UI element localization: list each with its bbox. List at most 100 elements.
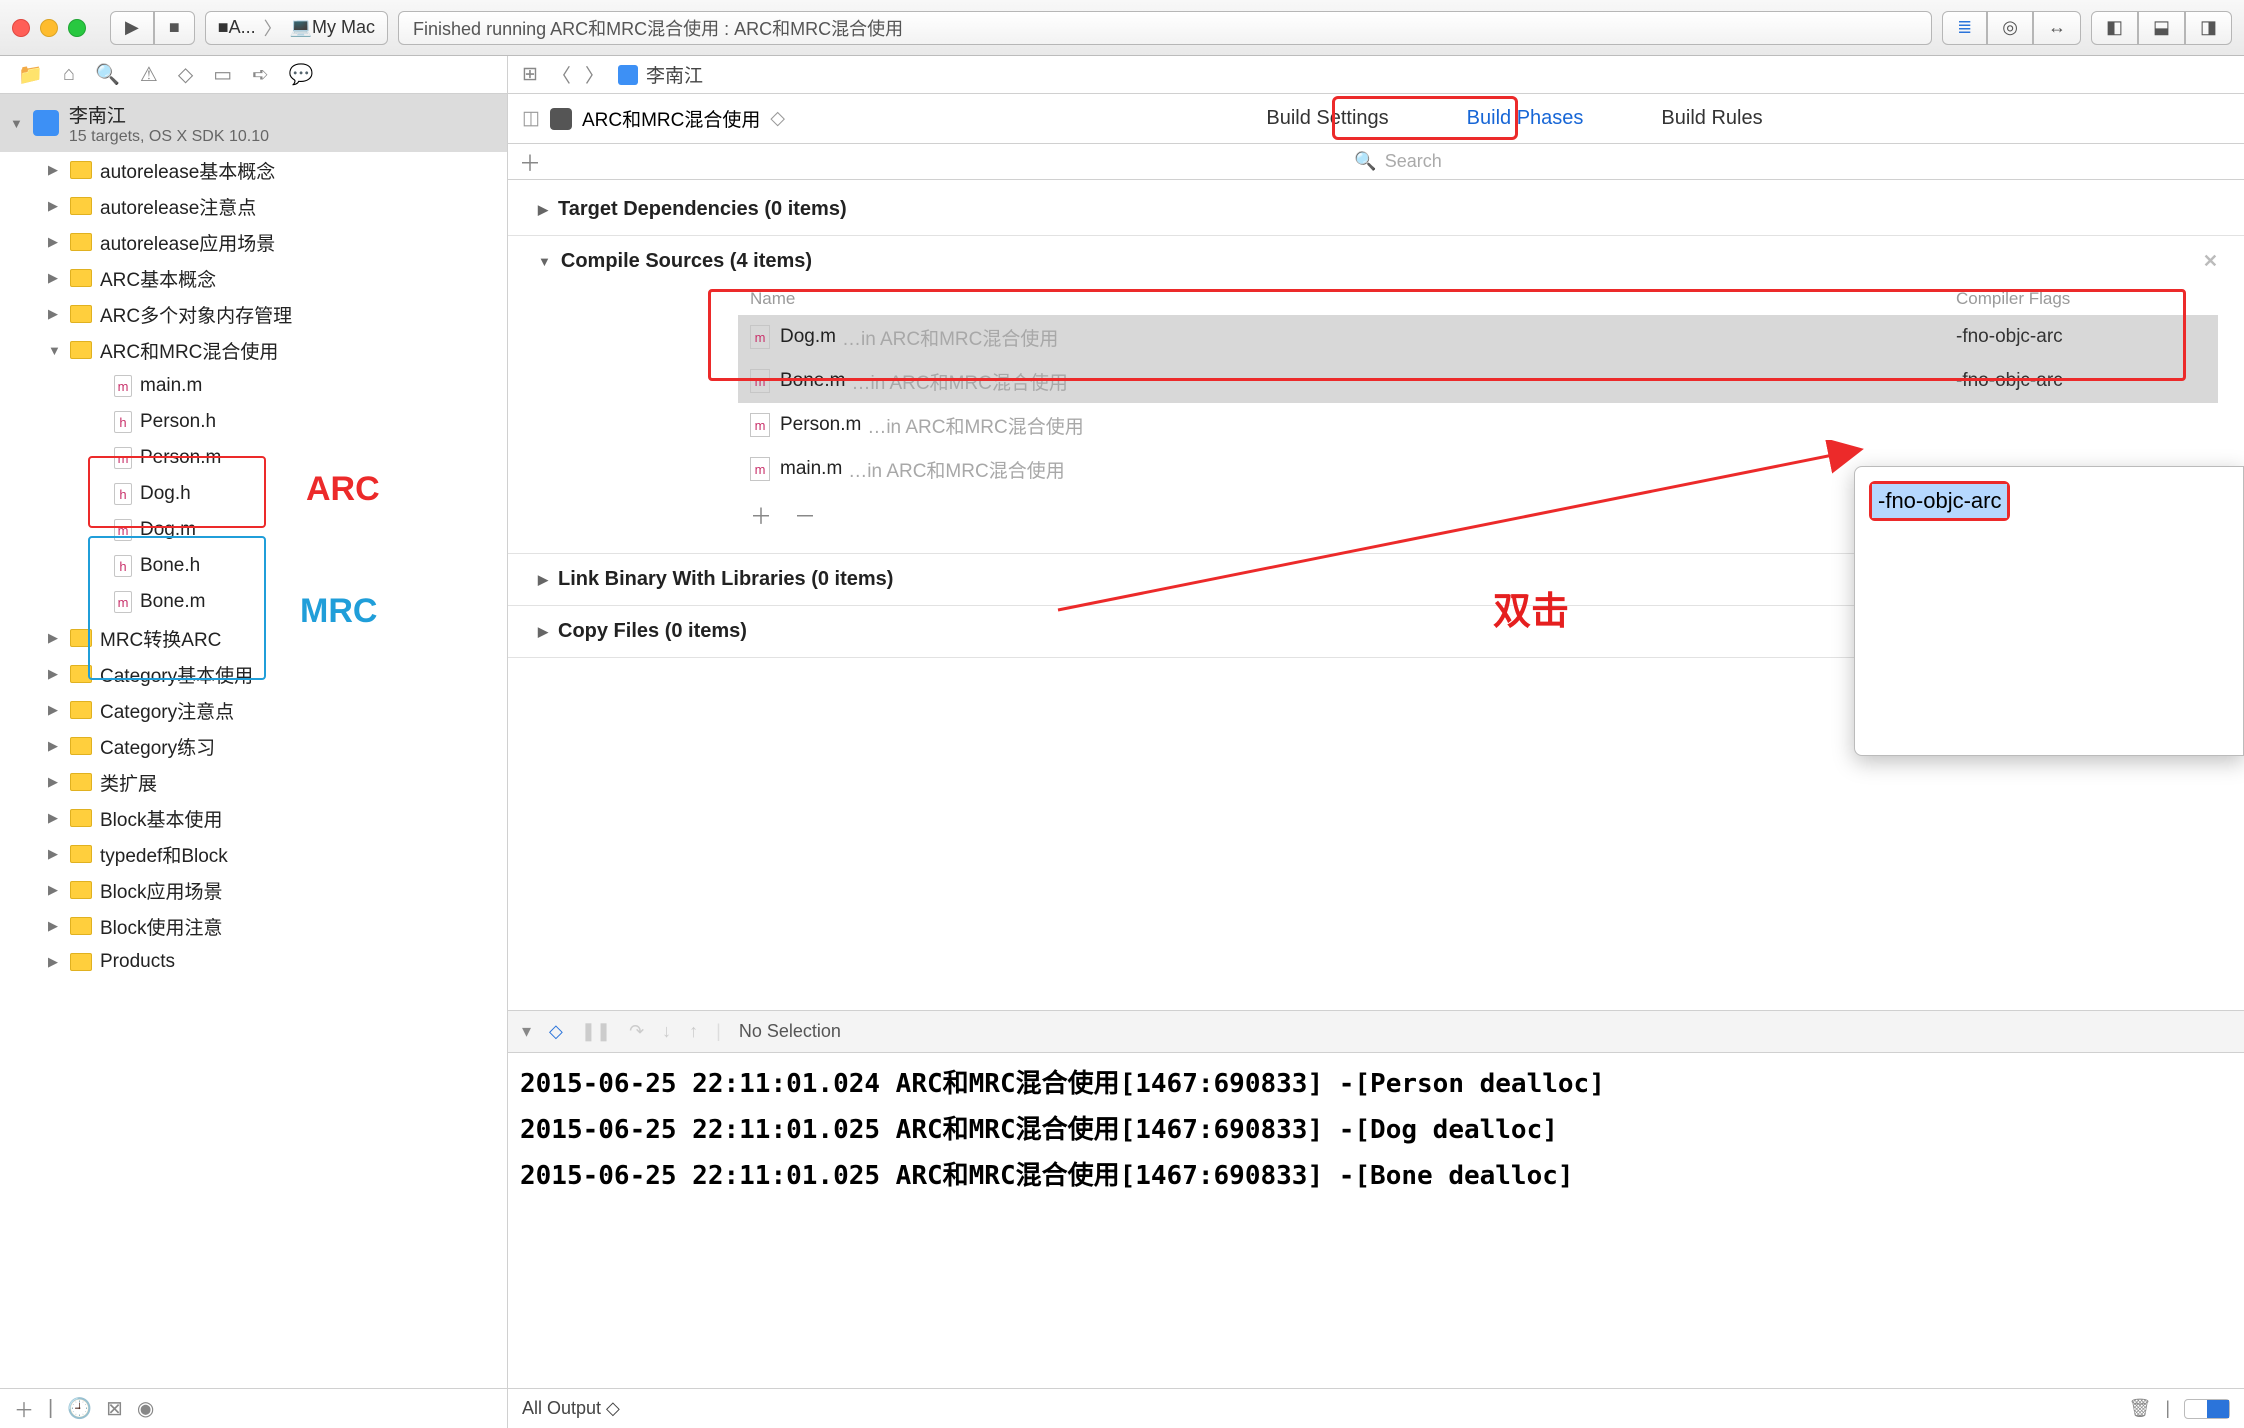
folder-item[interactable]: ▶Category注意点: [0, 692, 507, 728]
tab-build-rules[interactable]: Build Rules: [1657, 101, 1766, 136]
project-name: 李南江: [69, 101, 269, 128]
standard-editor-button[interactable]: ≣: [1942, 11, 1987, 45]
run-button[interactable]: ▶: [110, 11, 154, 45]
folder-item[interactable]: ▶autorelease注意点: [0, 188, 507, 224]
phase-search[interactable]: 🔍 Search: [552, 151, 2244, 172]
target-icon: [550, 108, 572, 130]
compiler-flag-input[interactable]: -fno-objc-arc: [1872, 484, 2007, 518]
phase-target-dependencies[interactable]: ▶Target Dependencies (0 items): [538, 198, 2244, 221]
file-item[interactable]: mPerson.m: [0, 440, 507, 476]
clear-console-button[interactable]: 🗑: [2128, 1398, 2151, 1419]
console-pane-toggle[interactable]: [2184, 1399, 2230, 1419]
debug-bar: ▾ ◇ ❚❚ ↷ ↓ ↑ | No Selection: [508, 1010, 2244, 1052]
project-root[interactable]: ▼ 李南江 15 targets, OS X SDK 10.10: [0, 94, 507, 152]
toggle-navigator-button[interactable]: ◧: [2091, 11, 2138, 45]
build-phases-list: ▶Target Dependencies (0 items) ▼Compile …: [508, 180, 2244, 1010]
search-icon: 🔍: [1354, 151, 1376, 172]
folder-item[interactable]: ▶Category练习: [0, 728, 507, 764]
folder-item[interactable]: ▶ARC多个对象内存管理: [0, 296, 507, 332]
close-window-button[interactable]: [12, 19, 30, 37]
compile-source-row[interactable]: mPerson.m …in ARC和MRC混合使用: [738, 403, 2218, 447]
version-editor-button[interactable]: ↔: [2033, 11, 2081, 45]
filter-button[interactable]: ◉: [137, 1396, 154, 1421]
breakpoints-button[interactable]: ◇: [549, 1021, 563, 1042]
search-placeholder: Search: [1385, 151, 1442, 172]
project-icon: [618, 65, 638, 85]
scm-filter-button[interactable]: ⊠: [106, 1396, 123, 1421]
recent-filter-button[interactable]: 🕘: [67, 1396, 92, 1421]
toggle-debug-button[interactable]: ⬓: [2138, 11, 2185, 45]
scheme-app: A...: [229, 17, 256, 38]
compiler-flags-popover[interactable]: -fno-objc-arc: [1854, 466, 2244, 756]
add-button[interactable]: ＋: [14, 1394, 34, 1423]
hide-debug-button[interactable]: ▾: [522, 1021, 531, 1042]
console-output[interactable]: 2015-06-25 22:11:01.024 ARC和MRC混合使用[1467…: [508, 1052, 2244, 1388]
debug-no-selection: No Selection: [739, 1021, 841, 1042]
folder-item[interactable]: ▶Category基本使用: [0, 656, 507, 692]
window-controls: [12, 19, 86, 37]
project-icon: [33, 110, 59, 136]
project-subtitle: 15 targets, OS X SDK 10.10: [69, 128, 269, 146]
target-name: ARC和MRC混合使用: [582, 105, 760, 132]
tab-build-settings[interactable]: Build Settings: [1262, 101, 1392, 136]
stop-button[interactable]: ■: [154, 11, 195, 45]
compile-source-row[interactable]: mBone.m …in ARC和MRC混合使用-fno-objc-arc: [738, 359, 2218, 403]
symbol-navigator-tab[interactable]: ⌂: [63, 63, 75, 86]
zoom-window-button[interactable]: [68, 19, 86, 37]
folder-item[interactable]: ▶MRC转换ARC: [0, 620, 507, 656]
navigator-tabs: 📁 ⌂ 🔍 ⚠ ◇ ▭ ➪ 💬: [0, 56, 507, 94]
activity-status: Finished running ARC和MRC混合使用 : ARC和MRC混合…: [398, 11, 1932, 45]
toggle-targets-button[interactable]: ◫: [522, 107, 540, 130]
debug-navigator-tab[interactable]: ▭: [213, 62, 232, 87]
editor-area: ⊞ 〈 〉 李南江 ◫ ARC和MRC混合使用 ◇ Build Settings…: [508, 56, 2244, 1428]
breadcrumb[interactable]: 李南江: [618, 61, 703, 88]
remove-source-button[interactable]: －: [794, 499, 816, 531]
phase-filter-bar: ＋ 🔍 Search: [508, 144, 2244, 180]
step-into-button[interactable]: ↓: [662, 1021, 671, 1042]
add-phase-button[interactable]: ＋: [508, 146, 552, 178]
folder-item[interactable]: ▼ARC和MRC混合使用: [0, 332, 507, 368]
file-item[interactable]: hDog.h: [0, 476, 507, 512]
folder-item[interactable]: ▶类扩展: [0, 764, 507, 800]
folder-item[interactable]: ▶Block应用场景: [0, 872, 507, 908]
file-item[interactable]: hPerson.h: [0, 404, 507, 440]
remove-phase-button[interactable]: ✕: [2203, 251, 2218, 272]
compile-source-row[interactable]: mDog.m …in ARC和MRC混合使用-fno-objc-arc: [738, 315, 2218, 359]
add-source-button[interactable]: ＋: [750, 499, 772, 531]
folder-item[interactable]: ▶Block使用注意: [0, 908, 507, 944]
find-navigator-tab[interactable]: 🔍: [95, 62, 120, 87]
file-item[interactable]: mmain.m: [0, 368, 507, 404]
back-button[interactable]: 〈: [552, 61, 571, 88]
navigator-sidebar: 📁 ⌂ 🔍 ⚠ ◇ ▭ ➪ 💬 ▼ 李南江 15 targets, OS X S…: [0, 56, 508, 1428]
scheme-selector[interactable]: ■ A... 〉 💻 My Mac: [205, 11, 388, 45]
minimize-window-button[interactable]: [40, 19, 58, 37]
file-item[interactable]: hBone.h: [0, 548, 507, 584]
file-item[interactable]: mDog.m: [0, 512, 507, 548]
folder-item[interactable]: ▶autorelease应用场景: [0, 224, 507, 260]
test-navigator-tab[interactable]: ◇: [178, 62, 193, 87]
folder-item[interactable]: ▶Products: [0, 944, 507, 980]
issue-navigator-tab[interactable]: ⚠: [140, 62, 158, 87]
phase-compile-sources[interactable]: ▼Compile Sources (4 items) ✕: [538, 250, 2244, 273]
folder-item[interactable]: ▶ARC基本概念: [0, 260, 507, 296]
jump-bar: ⊞ 〈 〉 李南江: [508, 56, 2244, 94]
folder-item[interactable]: ▶Block基本使用: [0, 800, 507, 836]
titlebar: ▶ ■ ■ A... 〉 💻 My Mac Finished running A…: [0, 0, 2244, 56]
pause-button[interactable]: ❚❚: [581, 1021, 611, 1042]
project-navigator-tab[interactable]: 📁: [18, 62, 43, 87]
report-navigator-tab[interactable]: 💬: [289, 62, 314, 87]
folder-item[interactable]: ▶typedef和Block: [0, 836, 507, 872]
annotation-popover-highlight: -fno-objc-arc: [1869, 481, 2010, 521]
related-items-icon[interactable]: ⊞: [522, 63, 538, 86]
file-item[interactable]: mBone.m: [0, 584, 507, 620]
step-out-button[interactable]: ↑: [689, 1021, 698, 1042]
folder-item[interactable]: ▶autorelease基本概念: [0, 152, 507, 188]
tab-build-phases[interactable]: Build Phases: [1463, 101, 1588, 136]
forward-button[interactable]: 〉: [585, 61, 604, 88]
console-output-filter[interactable]: All Output ◇: [522, 1398, 620, 1419]
toggle-utilities-button[interactable]: ◨: [2185, 11, 2232, 45]
step-over-button[interactable]: ↷: [629, 1021, 644, 1042]
breakpoint-navigator-tab[interactable]: ➪: [252, 62, 269, 87]
assistant-editor-button[interactable]: ◎: [1987, 11, 2033, 45]
file-tree[interactable]: ▶autorelease基本概念▶autorelease注意点▶autorele…: [0, 152, 507, 1388]
